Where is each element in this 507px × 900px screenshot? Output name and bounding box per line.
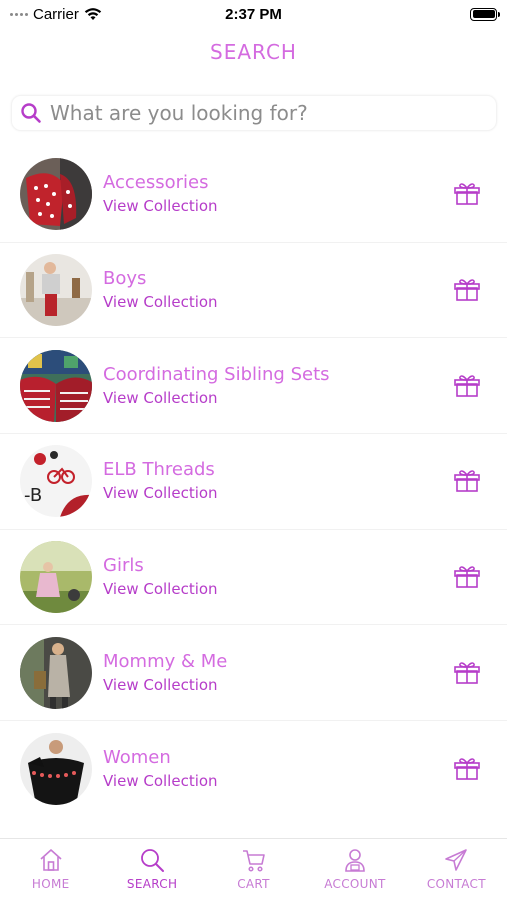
- list-item-text: Mommy & Me View Collection: [103, 651, 227, 695]
- status-bar: Carrier 2:37 PM: [0, 0, 507, 28]
- tab-label: HOME: [31, 877, 70, 891]
- home-icon: [40, 849, 62, 871]
- collection-thumbnail: [20, 254, 92, 327]
- search-icon: [141, 849, 165, 872]
- tab-contact[interactable]: CONTACT: [406, 839, 507, 900]
- list-item[interactable]: Women View Collection: [0, 721, 507, 817]
- tab-account[interactable]: ACCOUNT: [304, 839, 405, 900]
- tab-label: SEARCH: [126, 877, 178, 891]
- collection-title: Women: [103, 746, 171, 768]
- tab-label: CONTACT: [426, 877, 486, 891]
- gift-icon[interactable]: [454, 661, 480, 685]
- cart-icon: [242, 850, 265, 872]
- list-item[interactable]: Accessories View Collection: [0, 147, 507, 243]
- carrier-label: Carrier: [33, 5, 79, 23]
- list-item[interactable]: -B ELB Threads View Collection: [0, 434, 507, 530]
- status-left: Carrier: [10, 6, 102, 23]
- list-item[interactable]: Girls View Collection: [0, 530, 507, 626]
- collection-title: Mommy & Me: [103, 650, 228, 672]
- list-item[interactable]: Boys View Collection: [0, 243, 507, 339]
- page-title: SEARCH: [210, 40, 297, 64]
- collection-title: Girls: [103, 555, 144, 577]
- list-item-text: Boys View Collection: [103, 268, 218, 312]
- tab-bar: HOME SEARCH CART ACCOUNT CONTACT: [0, 838, 507, 900]
- svg-text:-B: -B: [24, 485, 42, 506]
- list-item-text: Women View Collection: [103, 747, 218, 791]
- view-collection-link[interactable]: View Collection: [103, 579, 218, 599]
- tab-label: CART: [237, 877, 270, 891]
- gift-icon[interactable]: [454, 757, 480, 781]
- view-collection-link[interactable]: View Collection: [103, 675, 227, 695]
- tab-search[interactable]: SEARCH: [101, 839, 202, 900]
- collection-thumbnail: -B: [20, 445, 92, 518]
- send-icon: [445, 849, 468, 871]
- account-icon: [345, 849, 365, 872]
- search-input[interactable]: [50, 101, 480, 125]
- tab-cart[interactable]: CART: [203, 839, 304, 900]
- gift-icon[interactable]: [454, 374, 480, 398]
- view-collection-link[interactable]: View Collection: [103, 196, 218, 216]
- list-item-text: Coordinating Sibling Sets View Collectio…: [103, 364, 330, 408]
- collection-title: Boys: [103, 268, 147, 290]
- battery-icon: [470, 7, 500, 21]
- collection-thumbnail: [20, 349, 92, 422]
- view-collection-link[interactable]: View Collection: [103, 483, 218, 503]
- collection-thumbnail: [20, 541, 92, 614]
- collection-title: Accessories: [103, 172, 209, 194]
- gift-icon[interactable]: [454, 469, 480, 493]
- tab-home[interactable]: HOME: [0, 839, 101, 900]
- gift-icon[interactable]: [454, 278, 480, 302]
- view-collection-link[interactable]: View Collection: [103, 292, 218, 312]
- collection-thumbnail: [20, 636, 92, 709]
- list-item-text: Girls View Collection: [103, 555, 218, 599]
- signal-dots-icon: [10, 12, 28, 16]
- wifi-icon: [84, 8, 102, 20]
- collection-thumbnail: [20, 158, 92, 231]
- list-item[interactable]: Coordinating Sibling Sets View Collectio…: [0, 338, 507, 435]
- search-icon: [21, 103, 41, 123]
- gift-icon[interactable]: [454, 565, 480, 589]
- view-collection-link[interactable]: View Collection: [103, 388, 330, 408]
- collection-title: Coordinating Sibling Sets: [103, 363, 330, 385]
- list-item-text: Accessories View Collection: [103, 172, 218, 216]
- collection-thumbnail: [20, 732, 92, 805]
- tab-label: ACCOUNT: [324, 877, 386, 891]
- list-item[interactable]: Mommy & Me View Collection: [0, 625, 507, 722]
- list-item-text: ELB Threads View Collection: [103, 459, 218, 503]
- collection-title: ELB Threads: [103, 459, 215, 481]
- status-time: 2:37 PM: [225, 5, 282, 23]
- collection-list: Accessories View Collection Boys View Co: [0, 147, 507, 817]
- view-collection-link[interactable]: View Collection: [103, 771, 218, 791]
- search-bar[interactable]: [11, 95, 497, 131]
- gift-icon[interactable]: [454, 182, 480, 206]
